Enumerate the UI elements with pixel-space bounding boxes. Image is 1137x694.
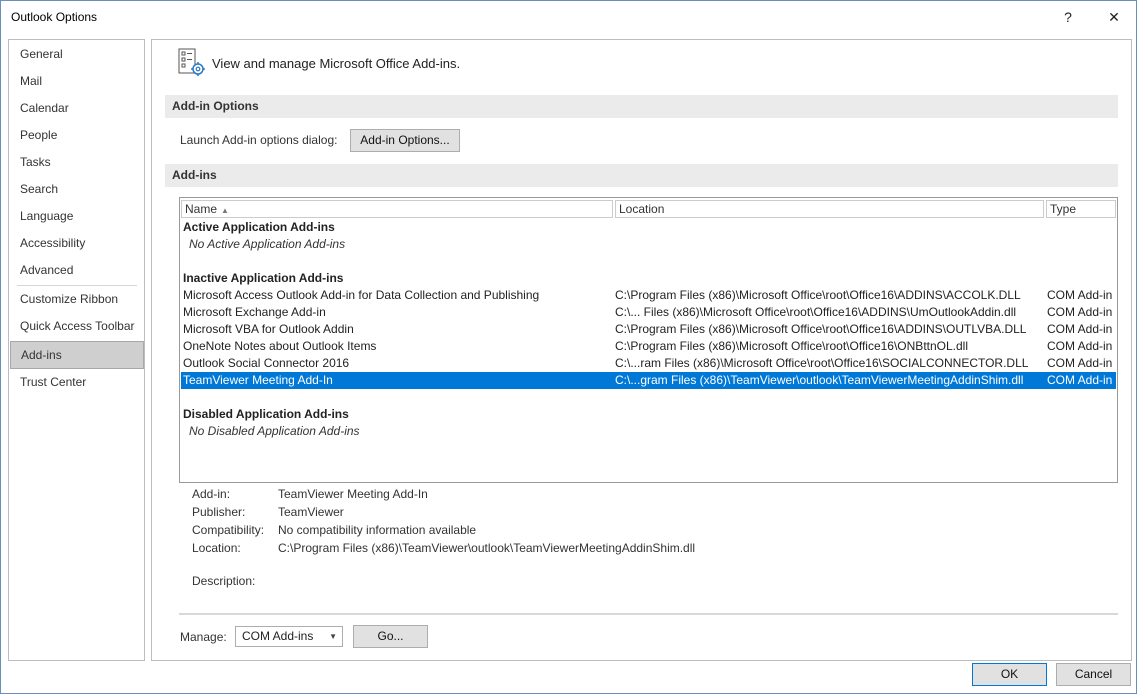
cell-name: OneNote Notes about Outlook Items <box>183 339 377 353</box>
column-header-location[interactable]: Location <box>615 200 1044 218</box>
cell-location: C:\Program Files (x86)\Microsoft Office\… <box>615 339 969 353</box>
detail-location-label: Location: <box>192 541 241 555</box>
add-ins-icon <box>178 48 205 76</box>
close-icon: ✕ <box>1108 8 1120 25</box>
sidebar-item-mail[interactable]: Mail <box>9 68 144 95</box>
sidebar-item-customize-ribbon[interactable]: Customize Ribbon <box>9 286 144 313</box>
detail-addin-value: TeamViewer Meeting Add-In <box>278 487 428 501</box>
sidebar-item-general[interactable]: General <box>9 41 144 68</box>
table-row-selected[interactable]: TeamViewer Meeting Add-In C:\...gram Fil… <box>181 372 1116 389</box>
group-active-title: Active Application Add-ins <box>183 220 335 234</box>
section-add-ins: Add-ins <box>165 164 1118 187</box>
detail-addin-label: Add-in: <box>192 487 231 501</box>
cell-location: C:\... Files (x86)\Microsoft Office\root… <box>615 305 1017 319</box>
cell-type: COM Add-in <box>1047 339 1113 353</box>
go-button[interactable]: Go... <box>353 625 428 648</box>
manage-dropdown[interactable]: COM Add-ins ▼ <box>235 626 343 647</box>
sidebar-item-add-ins[interactable]: Add-ins <box>10 341 144 369</box>
cancel-button[interactable]: Cancel <box>1056 663 1131 686</box>
detail-location-value: C:\Program Files (x86)\TeamViewer\outloo… <box>278 541 696 555</box>
window-title: Outlook Options <box>11 10 98 24</box>
page-header: View and manage Microsoft Office Add-ins… <box>212 56 461 71</box>
cell-location: C:\Program Files (x86)\Microsoft Office\… <box>615 322 1027 336</box>
cell-name: Microsoft Exchange Add-in <box>183 305 326 319</box>
cell-location: C:\Program Files (x86)\Microsoft Office\… <box>615 288 1021 302</box>
cell-type: COM Add-in <box>1047 373 1113 387</box>
sidebar-item-people[interactable]: People <box>9 122 144 149</box>
detail-publisher-value: TeamViewer <box>278 505 344 519</box>
cell-name: Microsoft VBA for Outlook Addin <box>183 322 354 336</box>
cell-type: COM Add-in <box>1047 356 1113 370</box>
detail-compatibility-value: No compatibility information available <box>278 523 477 537</box>
sidebar-item-calendar[interactable]: Calendar <box>9 95 144 122</box>
table-row[interactable]: OneNote Notes about Outlook Items C:\Pro… <box>181 338 1116 355</box>
sidebar-item-search[interactable]: Search <box>9 176 144 203</box>
sidebar: General Mail Calendar People Tasks Searc… <box>8 39 145 661</box>
cell-location: C:\...ram Files (x86)\Microsoft Office\r… <box>615 356 1029 370</box>
group-active-empty: No Active Application Add-ins <box>189 237 346 251</box>
detail-compatibility-label: Compatibility: <box>192 523 265 537</box>
ok-button[interactable]: OK <box>972 663 1047 686</box>
title-bar: Outlook Options ? ✕ <box>1 1 1136 33</box>
cell-location: C:\...gram Files (x86)\TeamViewer\outloo… <box>615 373 1024 387</box>
section-addin-options: Add-in Options <box>165 95 1118 118</box>
sidebar-item-accessibility[interactable]: Accessibility <box>9 230 144 257</box>
cell-type: COM Add-in <box>1047 305 1113 319</box>
group-inactive-title: Inactive Application Add-ins <box>183 271 344 285</box>
help-icon: ? <box>1064 9 1072 25</box>
column-header-name[interactable]: Name ▲ <box>181 200 613 218</box>
cell-type: COM Add-in <box>1047 288 1113 302</box>
column-header-name-label: Name <box>185 202 218 216</box>
group-disabled-empty: No Disabled Application Add-ins <box>189 424 360 438</box>
table-row[interactable]: Outlook Social Connector 2016 C:\...ram … <box>181 355 1116 372</box>
cell-name: Microsoft Access Outlook Add-in for Data… <box>183 288 540 302</box>
sidebar-item-language[interactable]: Language <box>9 203 144 230</box>
addin-options-button[interactable]: Add-in Options... <box>350 129 460 152</box>
sidebar-item-trust-center[interactable]: Trust Center <box>9 369 144 396</box>
manage-label: Manage: <box>180 630 227 644</box>
cell-type: COM Add-in <box>1047 322 1113 336</box>
add-ins-table[interactable]: Name ▲ Location Type Active Application A… <box>179 197 1118 483</box>
group-disabled-title: Disabled Application Add-ins <box>183 407 349 421</box>
close-button[interactable]: ✕ <box>1091 1 1137 33</box>
help-button[interactable]: ? <box>1045 1 1091 33</box>
column-header-type[interactable]: Type <box>1046 200 1116 218</box>
table-row[interactable]: Microsoft Exchange Add-in C:\... Files (… <box>181 304 1116 321</box>
table-row[interactable]: Microsoft VBA for Outlook Addin C:\Progr… <box>181 321 1116 338</box>
sidebar-item-tasks[interactable]: Tasks <box>9 149 144 176</box>
detail-publisher-label: Publisher: <box>192 505 246 519</box>
chevron-down-icon: ▼ <box>329 632 337 641</box>
manage-dropdown-value: COM Add-ins <box>242 629 314 643</box>
sidebar-item-quick-access-toolbar[interactable]: Quick Access Toolbar <box>9 313 144 340</box>
sidebar-item-advanced[interactable]: Advanced <box>9 257 144 284</box>
table-row[interactable]: Microsoft Access Outlook Add-in for Data… <box>181 287 1116 304</box>
launch-label: Launch Add-in options dialog: <box>180 133 338 147</box>
divider <box>179 613 1118 615</box>
outlook-options-dialog: Outlook Options ? ✕ General Mail Calenda… <box>0 0 1137 694</box>
sort-ascending-icon: ▲ <box>221 206 229 215</box>
detail-description-label: Description: <box>192 574 256 588</box>
cell-name: TeamViewer Meeting Add-In <box>183 373 333 387</box>
main-panel: View and manage Microsoft Office Add-ins… <box>151 39 1132 661</box>
cell-name: Outlook Social Connector 2016 <box>183 356 350 370</box>
